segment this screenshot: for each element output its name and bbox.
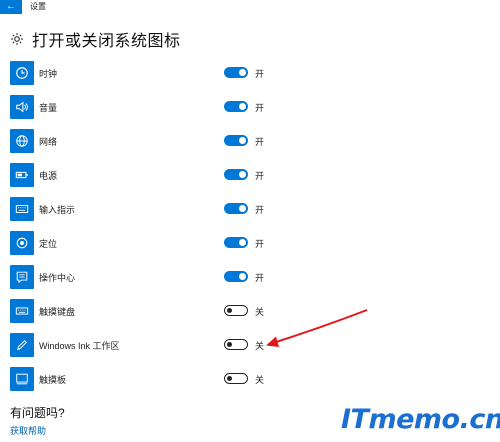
toggle-state: 开 (255, 69, 265, 79)
pen-icon (10, 333, 34, 357)
window-title: 设置 (30, 2, 46, 11)
location-icon (10, 231, 34, 255)
list-item-touch-keyboard: 触摸键盘 关 (0, 295, 500, 329)
back-arrow-icon: ← (6, 1, 16, 12)
list-item-touchpad: 触摸板 关 (0, 363, 500, 397)
toggle-state: 关 (255, 341, 265, 351)
toggle-state: 关 (255, 307, 265, 317)
toggle-switch[interactable] (224, 169, 248, 180)
battery-icon (10, 163, 34, 187)
list-item-action-center: 操作中心 开 (0, 261, 500, 295)
gear-icon (11, 33, 23, 45)
toggle-switch[interactable] (224, 271, 248, 282)
get-help-link[interactable]: 获取帮助 (10, 424, 46, 437)
touch-keyboard-icon (10, 299, 34, 323)
item-label: 电源 (39, 171, 58, 181)
toggle-switch[interactable] (224, 339, 248, 350)
clock-icon (10, 61, 34, 85)
item-label: 网络 (39, 137, 58, 147)
list-item-location: 定位 开 (0, 227, 500, 261)
page-title: 打开或关闭系统图标 (32, 33, 181, 50)
list-item-clock: 时钟 开 (0, 57, 500, 91)
list-item-power: 电源 开 (0, 159, 500, 193)
toggle-state: 关 (255, 375, 265, 385)
toggle-switch[interactable] (224, 203, 248, 214)
item-label: 时钟 (39, 69, 58, 79)
title-bar: ← 设置 (0, 0, 500, 14)
toggle-switch[interactable] (224, 237, 248, 248)
toggle-state: 开 (255, 205, 265, 215)
keyboard-icon (10, 197, 34, 221)
item-label: 输入指示 (39, 205, 76, 215)
item-label: Windows Ink 工作区 (39, 341, 120, 351)
item-label: 触摸键盘 (39, 307, 76, 317)
item-label: 定位 (39, 239, 58, 249)
item-label: 音量 (39, 103, 58, 113)
toggle-switch[interactable] (224, 101, 248, 112)
help-title: 有问题吗? (10, 406, 65, 420)
globe-icon (10, 129, 34, 153)
toggle-switch[interactable] (224, 305, 248, 316)
page-header: 打开或关闭系统图标 (10, 28, 181, 50)
toggle-state: 开 (255, 171, 265, 181)
toggle-state: 开 (255, 273, 265, 283)
list-item-volume: 音量 开 (0, 91, 500, 125)
touchpad-icon (10, 367, 34, 391)
item-label: 触摸板 (39, 375, 67, 385)
toggle-state: 开 (255, 137, 265, 147)
toggle-switch[interactable] (224, 135, 248, 146)
list-item-network: 网络 开 (0, 125, 500, 159)
toggle-state: 开 (255, 103, 265, 113)
list-item-windows-ink: Windows Ink 工作区 关 (0, 329, 500, 363)
toggle-switch[interactable] (224, 67, 248, 78)
list-item-input-indicator: 输入指示 开 (0, 193, 500, 227)
item-label: 操作中心 (39, 273, 76, 283)
action-center-icon (10, 265, 34, 289)
toggle-switch[interactable] (224, 373, 248, 384)
volume-icon (10, 95, 34, 119)
back-button[interactable]: ← (0, 0, 22, 14)
watermark-logo: ITmemo.cn (341, 404, 500, 435)
toggle-state: 开 (255, 239, 265, 249)
